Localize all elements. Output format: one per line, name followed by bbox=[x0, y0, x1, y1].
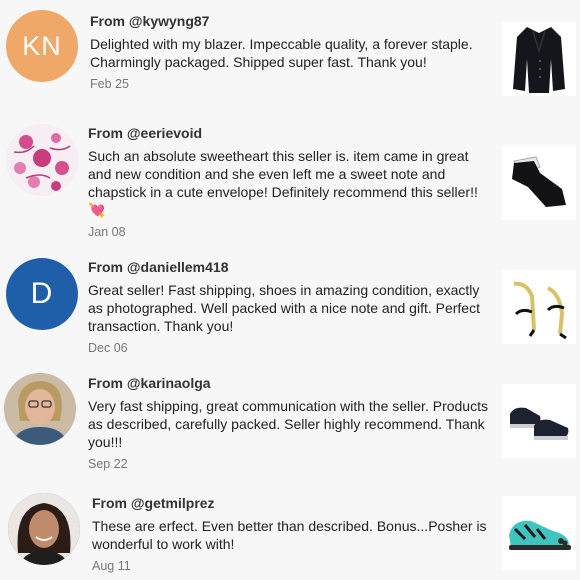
review-date: Aug 11 bbox=[92, 559, 131, 573]
review-content: From @eerievoid Such an absolute sweethe… bbox=[88, 124, 493, 239]
review-list: KN From @kywyng87 Delighted with my blaz… bbox=[0, 0, 580, 580]
avatar[interactable] bbox=[8, 493, 80, 565]
review-content: From @karinaolga Very fast shipping, gre… bbox=[88, 374, 493, 471]
avatar-initials: D bbox=[30, 277, 54, 310]
review-text: Great seller! Fast shipping, shoes in am… bbox=[88, 282, 480, 334]
review-item: From @eerievoid Such an absolute sweethe… bbox=[0, 118, 580, 246]
review-item: KN From @kywyng87 Delighted with my blaz… bbox=[0, 0, 580, 118]
black-sneakers-icon bbox=[510, 407, 569, 440]
review-text: Such an absolute sweetheart this seller … bbox=[88, 148, 478, 218]
review-item: D From @daniellem418 Great seller! Fast … bbox=[0, 250, 580, 368]
review-author[interactable]: From @kywyng87 bbox=[90, 12, 490, 30]
listing-thumbnail[interactable] bbox=[502, 270, 576, 344]
avatar[interactable]: KN bbox=[6, 10, 78, 82]
avatar[interactable]: D bbox=[6, 258, 78, 330]
floral-avatar-icon bbox=[6, 124, 78, 196]
review-date: Feb 25 bbox=[90, 77, 129, 91]
avatar-initials: KN bbox=[22, 30, 62, 61]
review-date: Jan 08 bbox=[88, 225, 126, 239]
listing-thumbnail[interactable] bbox=[502, 22, 576, 96]
review-author[interactable]: From @eerievoid bbox=[88, 124, 493, 142]
review-author[interactable]: From @karinaolga bbox=[88, 374, 493, 392]
black-leggings-icon bbox=[512, 156, 566, 207]
user-photo-icon bbox=[8, 493, 80, 565]
review-text: These are erfect. Even better than descr… bbox=[92, 518, 487, 552]
review-item: From @karinaolga Very fast shipping, gre… bbox=[0, 368, 580, 486]
review-text: Delighted with my blazer. Impeccable qua… bbox=[90, 36, 473, 70]
gold-sandals-icon bbox=[513, 281, 567, 340]
teal-toe-shoes-icon bbox=[509, 520, 571, 550]
black-blazer-icon bbox=[513, 27, 565, 93]
review-date: Dec 06 bbox=[88, 341, 128, 355]
user-photo-icon bbox=[4, 373, 76, 445]
review-author[interactable]: From @getmilprez bbox=[92, 494, 492, 512]
listing-thumbnail[interactable] bbox=[502, 384, 576, 458]
review-content: From @getmilprez These are erfect. Even … bbox=[92, 494, 492, 573]
review-content: From @kywyng87 Delighted with my blazer.… bbox=[90, 12, 490, 91]
review-item: From @getmilprez These are erfect. Even … bbox=[0, 486, 580, 580]
review-author[interactable]: From @daniellem418 bbox=[88, 258, 493, 276]
avatar[interactable] bbox=[6, 124, 78, 196]
listing-thumbnail[interactable] bbox=[502, 496, 576, 570]
listing-thumbnail[interactable] bbox=[502, 146, 576, 220]
review-content: From @daniellem418 Great seller! Fast sh… bbox=[88, 258, 493, 355]
review-date: Sep 22 bbox=[88, 457, 128, 471]
avatar[interactable] bbox=[4, 373, 76, 445]
review-text: Very fast shipping, great communication … bbox=[88, 398, 488, 450]
